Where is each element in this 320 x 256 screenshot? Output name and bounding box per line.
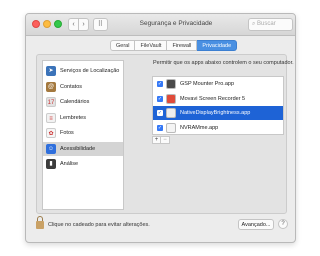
advanced-button[interactable]: Avançado... <box>238 219 274 230</box>
privacy-sidebar: ➤ Serviços de Localização @ Contatos 17 Calen… <box>42 60 124 210</box>
contacts-icon: @ <box>46 81 56 92</box>
photos-icon: ✿ <box>46 128 56 138</box>
app-checkbox[interactable]: ✓ <box>157 124 163 131</box>
app-name: Movavi Screen Recorder 5 <box>180 95 246 102</box>
sidebar-item-1[interactable]: @ Contatos <box>43 80 123 94</box>
tab-bar: Geral FileVault Firewall Privacidade <box>110 40 238 51</box>
content-panel: ➤ Serviços de Localização @ Contatos 17 Calen… <box>36 54 294 214</box>
sidebar-item-5[interactable]: ☺ Acessibilidade <box>43 141 123 156</box>
show-all-grid-button[interactable]: ⠿ <box>93 18 108 31</box>
app-checkbox[interactable]: ✓ <box>157 110 163 116</box>
location-icon: ➤ <box>46 66 56 76</box>
help-button[interactable]: ? <box>278 219 288 229</box>
close-window-button[interactable] <box>32 20 40 28</box>
app-list-row[interactable]: ✓ GSP Mounter Pro.app <box>153 77 283 91</box>
app-name: NativeDisplayBrightness.app <box>180 110 251 116</box>
app-brightness-icon <box>166 108 176 118</box>
footer-bar: Clique no cadeado para evitar alterações… <box>26 216 295 242</box>
reminders-icon: ≡ <box>46 112 56 123</box>
app-mounter-icon <box>166 79 176 89</box>
accessibility-icon: ☺ <box>46 143 56 154</box>
app-list-row[interactable]: ✓ Movavi Screen Recorder 5 <box>153 92 283 106</box>
tab-filevault[interactable]: FileVault <box>135 40 168 51</box>
tab-privacidade[interactable]: Privacidade <box>197 40 238 51</box>
sidebar-item-label: Fotos <box>60 130 74 136</box>
app-checkbox[interactable]: ✓ <box>157 95 163 102</box>
minimize-window-button[interactable] <box>43 20 51 28</box>
sidebar-item-4[interactable]: ✿ Fotos <box>43 126 123 140</box>
sidebar-item-label: Análise <box>60 161 79 167</box>
app-list-row[interactable]: ✓ NativeDisplayBrightness.app <box>153 106 283 120</box>
window-title: Segurança e Privacidade <box>139 20 213 27</box>
app-name: GSP Mounter Pro.app <box>180 81 235 87</box>
preferences-window: ‹ › ⠿ Segurança e Privacidade ⌕ Buscar G… <box>25 13 296 243</box>
pane-description: Permitir que os apps abaixo controlem o … <box>153 60 294 66</box>
analytics-icon: ▮ <box>46 159 56 169</box>
sidebar-item-label: Calendários <box>60 99 90 105</box>
app-list-row[interactable]: ✓ NVRAMme.app <box>153 121 283 135</box>
sidebar-item-label: Serviços de Localização <box>60 68 120 74</box>
forward-button[interactable]: › <box>78 18 89 31</box>
sidebar-item-2[interactable]: 17 Calendários <box>43 95 123 109</box>
sidebar-item-label: Contatos <box>60 83 83 90</box>
sidebar-item-0[interactable]: ➤ Serviços de Localização <box>43 64 123 78</box>
app-movavi-icon <box>166 93 176 104</box>
sidebar-item-label: Lembretes <box>60 114 86 121</box>
remove-app-button[interactable]: − <box>161 136 170 144</box>
title-bar: ‹ › ⠿ Segurança e Privacidade ⌕ Buscar <box>26 14 295 36</box>
zoom-window-button[interactable] <box>54 20 62 28</box>
sidebar-item-6[interactable]: ▮ Análise <box>43 157 123 171</box>
app-list: ✓ GSP Mounter Pro.app ✓ Movavi Screen Recor… <box>152 76 284 135</box>
search-input[interactable]: ⌕ Buscar <box>248 18 293 31</box>
add-remove-controls: + − <box>152 136 170 144</box>
lock-hint-text: Clique no cadeado para evitar alterações… <box>48 222 150 228</box>
tab-geral[interactable]: Geral <box>110 40 136 51</box>
search-placeholder: Buscar <box>257 21 276 27</box>
calendar-icon: 17 <box>46 97 56 107</box>
app-nvram-icon <box>166 122 176 133</box>
sidebar-item-3[interactable]: ≡ Lembretes <box>43 111 123 125</box>
lock-icon[interactable] <box>36 216 44 230</box>
tab-firewall[interactable]: Firewall <box>167 40 198 51</box>
add-app-button[interactable]: + <box>152 136 161 144</box>
app-checkbox[interactable]: ✓ <box>157 81 163 87</box>
app-name: NVRAMme.app <box>180 124 219 131</box>
sidebar-item-label: Acessibilidade <box>60 145 96 152</box>
